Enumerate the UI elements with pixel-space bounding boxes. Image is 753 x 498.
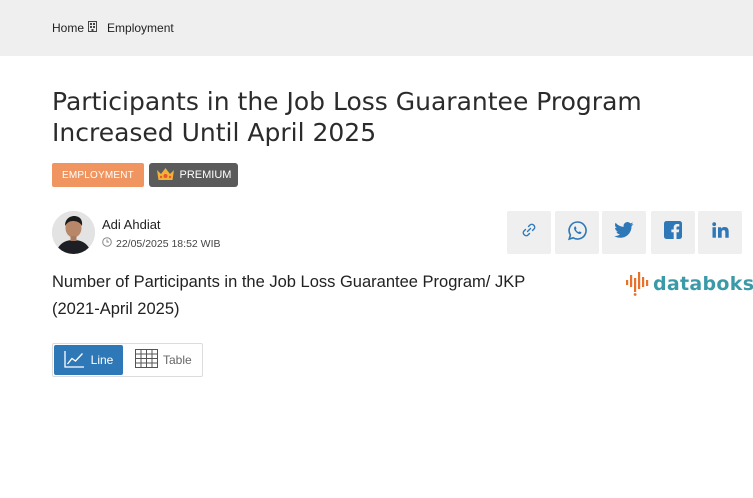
top-bar: Home Employment <box>0 0 753 56</box>
publish-date: 22/05/2025 18:52 WIB <box>102 237 221 250</box>
breadcrumb-separator-icon <box>88 20 98 32</box>
twitter-share-button[interactable] <box>602 211 646 254</box>
breadcrumb-home[interactable]: Home <box>52 21 84 35</box>
premium-label: PREMIUM <box>179 169 232 181</box>
table-view-button[interactable]: Table <box>135 348 192 372</box>
breadcrumb-employment[interactable]: Employment <box>107 21 174 35</box>
databoks-logo: databoks <box>626 272 753 296</box>
author-name[interactable]: Adi Ahdiat <box>102 217 161 232</box>
whatsapp-icon <box>567 220 588 246</box>
link-icon <box>521 222 537 243</box>
page-title: Participants in the Job Loss Guarantee P… <box>52 87 642 147</box>
databoks-logo-text: databoks <box>653 273 753 295</box>
category-tag[interactable]: EMPLOYMENT <box>52 163 144 187</box>
crown-icon <box>156 167 175 184</box>
whatsapp-share-button[interactable] <box>555 211 599 254</box>
facebook-icon <box>664 221 682 244</box>
chart-title: Number of Participants in the Job Loss G… <box>52 273 525 318</box>
date-text: 22/05/2025 18:52 WIB <box>116 237 221 250</box>
twitter-icon <box>614 222 634 243</box>
chart-view-toggle: Line Table <box>52 343 203 377</box>
copy-link-button[interactable] <box>507 211 551 254</box>
linkedin-share-button[interactable] <box>698 211 742 254</box>
table-view-label: Table <box>163 353 192 367</box>
linkedin-icon <box>711 222 729 243</box>
breadcrumb: Home Employment <box>52 20 174 35</box>
databoks-logo-mark-icon <box>626 272 649 296</box>
line-view-button[interactable]: Line <box>54 345 123 375</box>
line-chart-icon <box>64 350 85 371</box>
line-view-label: Line <box>90 353 114 367</box>
author-avatar[interactable] <box>52 211 95 254</box>
premium-tag[interactable]: PREMIUM <box>149 163 238 187</box>
table-grid-icon <box>135 349 158 371</box>
clock-icon <box>102 237 112 250</box>
facebook-share-button[interactable] <box>651 211 695 254</box>
